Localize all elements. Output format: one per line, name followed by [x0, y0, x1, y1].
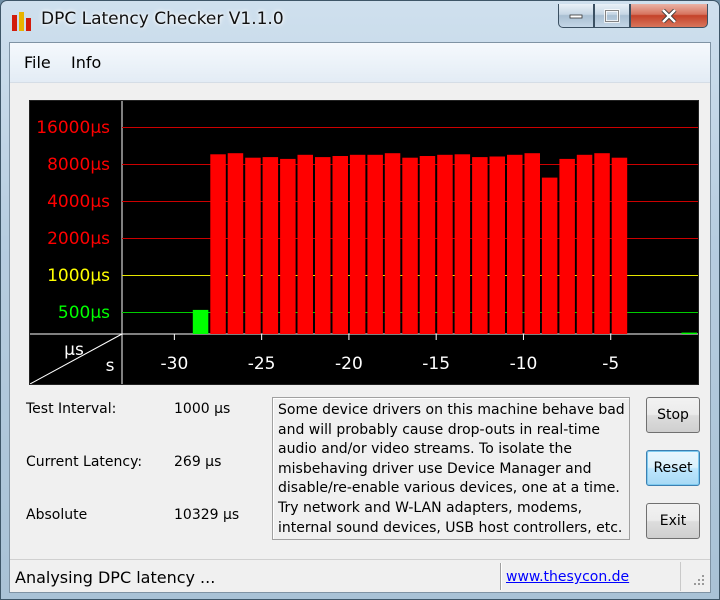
bar	[559, 158, 575, 334]
status-bar: Analysing DPC latency ... www.thesycon.d…	[10, 559, 710, 592]
status-separator	[500, 563, 502, 590]
bar	[489, 156, 505, 334]
app-icon	[12, 12, 31, 31]
bar	[594, 153, 610, 334]
bar	[192, 309, 209, 334]
y-tick-label: 500µs	[58, 303, 110, 323]
bar	[507, 154, 523, 334]
bar	[349, 154, 366, 334]
test-interval-value: 1000 µs	[174, 401, 231, 417]
bar	[367, 154, 383, 334]
current-latency-value: 269 µs	[174, 454, 222, 470]
website-link[interactable]: www.thesycon.de	[506, 569, 629, 585]
current-latency-label: Current Latency:	[26, 454, 143, 470]
window-title: DPC Latency Checker V1.1.0	[41, 9, 284, 29]
client-area: File Info 16000µs 8000µs 4000µs 2000µs 1000µ…	[9, 42, 711, 593]
y-tick-label: 8000µs	[47, 155, 110, 175]
app-window: DPC Latency Checker V1.1.0 File Info 160…	[0, 0, 720, 600]
bar	[280, 158, 296, 334]
info-message: Some device drivers on this machine beha…	[278, 402, 625, 536]
bar	[297, 154, 313, 334]
bar	[402, 157, 418, 334]
status-text: Analysing DPC latency ...	[15, 568, 216, 587]
minimize-icon	[569, 14, 583, 18]
bar	[315, 157, 331, 334]
x-tick-label: -25	[248, 354, 276, 374]
bar	[245, 157, 261, 334]
info-message-box: Some device drivers on this machine beha…	[272, 397, 630, 540]
close-button[interactable]	[630, 4, 708, 28]
bar	[419, 156, 436, 334]
x-unit-label: s	[106, 356, 115, 376]
title-bar[interactable]: DPC Latency Checker V1.1.0	[1, 1, 719, 41]
x-tick-label: -30	[161, 354, 189, 374]
latency-chart: 16000µs 8000µs 4000µs 2000µs 1000µs 500µs -30 -…	[30, 101, 698, 384]
x-tick-label: -10	[510, 354, 538, 374]
exit-button[interactable]: Exit	[646, 503, 700, 539]
bar	[681, 332, 697, 334]
bar	[210, 154, 226, 334]
absolute-label: Absolute	[26, 507, 88, 523]
stop-button[interactable]: Stop	[646, 397, 700, 433]
maximize-button[interactable]	[594, 4, 630, 28]
bar	[384, 153, 401, 334]
x-tick-label: -20	[335, 354, 363, 374]
resize-grip[interactable]	[680, 562, 708, 591]
x-tick-label: -5	[602, 354, 619, 374]
bar	[472, 157, 488, 334]
menu-file[interactable]: File	[24, 53, 51, 72]
latency-graph: 16000µs 8000µs 4000µs 2000µs 1000µs 500µs -30 -…	[29, 100, 699, 385]
menu-info[interactable]: Info	[71, 53, 101, 72]
y-tick-label: 4000µs	[47, 192, 110, 212]
bar	[227, 153, 244, 334]
resize-grip-icon	[694, 575, 704, 585]
y-tick-label: 16000µs	[36, 118, 110, 138]
x-tick-label: -15	[422, 354, 450, 374]
bar	[611, 157, 628, 334]
bar	[262, 157, 279, 334]
absolute-value: 10329 µs	[174, 507, 240, 523]
y-tick-label: 2000µs	[47, 229, 110, 249]
minimize-button[interactable]	[558, 4, 594, 28]
bar	[437, 154, 453, 334]
menu-bar: File Info	[10, 43, 710, 83]
y-tick-label: 1000µs	[47, 266, 110, 286]
close-icon	[661, 8, 677, 23]
y-unit-label: µs	[64, 340, 84, 360]
bar	[332, 156, 348, 334]
bar	[541, 177, 558, 334]
maximize-icon	[604, 8, 620, 23]
bar	[576, 154, 593, 334]
reset-button[interactable]: Reset	[646, 450, 700, 486]
bar	[524, 153, 540, 334]
bar	[454, 154, 471, 334]
test-interval-label: Test Interval:	[26, 401, 117, 417]
